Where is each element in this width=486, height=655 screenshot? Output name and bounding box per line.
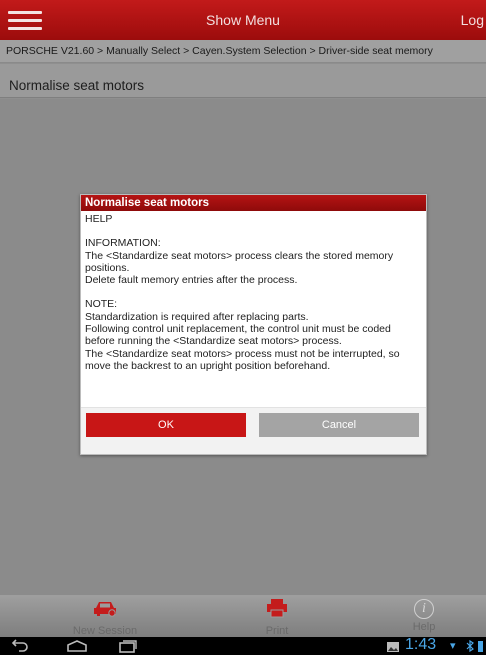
note-line: Standardization is required after replac… bbox=[85, 310, 309, 323]
clock: 1:43 bbox=[405, 636, 437, 653]
wifi-icon: ▾ bbox=[450, 640, 456, 652]
print-button[interactable]: Print bbox=[217, 595, 337, 637]
cancel-button[interactable]: Cancel bbox=[259, 413, 419, 437]
home-icon[interactable] bbox=[66, 639, 88, 653]
dialog-body: HELP INFORMATION: The <Standardize seat … bbox=[81, 211, 426, 372]
breadcrumb: PORSCHE V21.60 > Manually Select > Cayen… bbox=[0, 40, 486, 63]
info-heading: INFORMATION: bbox=[85, 237, 161, 250]
bottom-toolbar: New Session Print i Help bbox=[0, 595, 486, 637]
top-bar: Show Menu Log bbox=[0, 0, 486, 40]
help-label-toolbar: Help bbox=[412, 621, 436, 633]
print-label: Print bbox=[265, 625, 289, 637]
recent-apps-icon[interactable] bbox=[118, 639, 138, 653]
help-button[interactable]: i Help bbox=[364, 595, 484, 633]
note-line: Following control unit replacement, the … bbox=[85, 323, 391, 348]
car-icon bbox=[94, 602, 116, 617]
info-line: The <Standardize seat motors> process cl… bbox=[85, 249, 394, 274]
ok-button[interactable]: OK bbox=[86, 413, 246, 437]
back-icon[interactable] bbox=[10, 639, 28, 653]
system-nav-bar: 1:43 ▾ bbox=[0, 636, 486, 655]
new-session-label: New Session bbox=[72, 625, 138, 637]
help-label: HELP bbox=[85, 213, 113, 225]
battery-icon bbox=[478, 641, 483, 652]
help-dialog: Normalise seat motors HELP INFORMATION: … bbox=[80, 194, 427, 455]
dialog-title: Normalise seat motors bbox=[81, 195, 426, 211]
new-session-button[interactable]: New Session bbox=[45, 595, 165, 637]
note-line: The <Standardize seat motors> process mu… bbox=[85, 347, 400, 372]
menu-icon[interactable] bbox=[8, 11, 42, 30]
show-menu-button[interactable]: Show Menu bbox=[0, 12, 486, 28]
login-button[interactable]: Log bbox=[461, 12, 484, 28]
note-heading: NOTE: bbox=[85, 298, 118, 311]
info-line: Delete fault memory entries after the pr… bbox=[85, 274, 298, 287]
printer-icon bbox=[267, 599, 287, 618]
bluetooth-icon bbox=[466, 640, 474, 652]
info-icon: i bbox=[414, 599, 434, 619]
screenshot-icon bbox=[387, 642, 399, 652]
page-title: Normalise seat motors bbox=[0, 64, 486, 98]
dialog-footer: OK Cancel bbox=[81, 407, 426, 454]
